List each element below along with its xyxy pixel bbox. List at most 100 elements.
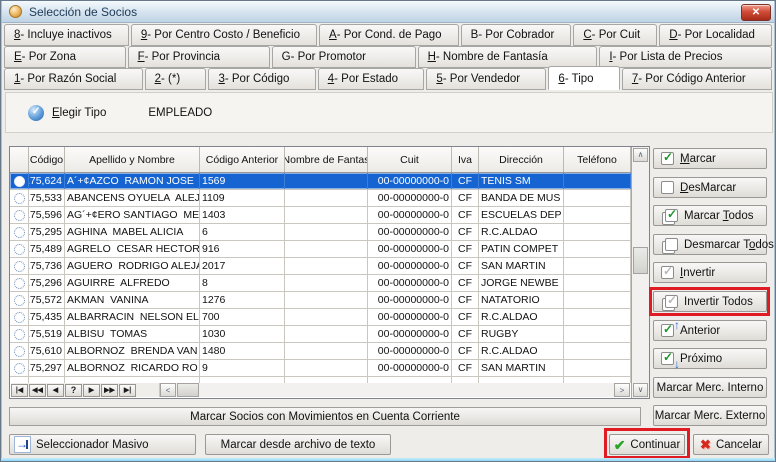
cell-cuit[interactable]: 00-00000000-0	[368, 224, 452, 240]
cell-anterior[interactable]: 1276	[200, 292, 285, 308]
tab-e-por-zona[interactable]: E - Por Zona	[4, 46, 126, 68]
cell-direccion[interactable]: RUGBY	[479, 326, 564, 342]
cell-fantasia[interactable]	[285, 309, 368, 325]
cell-codigo[interactable]: 175,624	[29, 173, 65, 189]
table-row[interactable]: 175,296AGUIRRE ALFREDO800-00000000-0CFJO…	[10, 275, 631, 292]
table-row[interactable]: 175,519ALBISU TOMAS103000-00000000-0CFRU…	[10, 326, 631, 343]
vertical-scrollbar[interactable]: ∧ ∨	[631, 147, 649, 398]
horizontal-scrollbar[interactable]: < >	[159, 383, 630, 397]
cell-direccion[interactable]: TENIS SM	[479, 173, 564, 189]
cell-iva[interactable]: CF	[452, 241, 479, 257]
cell-cuit[interactable]: 00-00000000-0	[368, 173, 452, 189]
row-radio[interactable]	[10, 224, 29, 240]
table-row[interactable]: 175,736AGUERO RODRIGO ALEJA201700-000000…	[10, 258, 631, 275]
cell-nombre[interactable]: AGUERO RODRIGO ALEJA	[65, 258, 200, 274]
tab-6-tipo[interactable]: 6 - Tipo	[548, 66, 619, 90]
cell-fantasia[interactable]	[285, 326, 368, 342]
cell-anterior[interactable]: 916	[200, 241, 285, 257]
cell-codigo[interactable]: 175,610	[29, 343, 65, 359]
cell-telefono[interactable]	[564, 360, 631, 376]
cell-fantasia[interactable]	[285, 258, 368, 274]
tab-g-por-promotor[interactable]: G - Por Promotor	[272, 46, 416, 68]
cell-fantasia[interactable]	[285, 173, 368, 189]
cell-direccion[interactable]: BANDA DE MUS	[479, 190, 564, 206]
tab-a-por-cond-de-pago[interactable]: A - Por Cond. de Pago	[319, 24, 459, 46]
cell-direccion[interactable]: R.C.ALDAO	[479, 343, 564, 359]
nav-first-button[interactable]: |◀	[11, 384, 28, 397]
cell-cuit[interactable]: 00-00000000-0	[368, 292, 452, 308]
scroll-left-icon[interactable]: <	[160, 383, 176, 397]
table-row[interactable]: 175,295AGHINA MABEL ALICIA600-00000000-0…	[10, 224, 631, 241]
cell-telefono[interactable]	[564, 326, 631, 342]
cell-cuit[interactable]: 00-00000000-0	[368, 258, 452, 274]
cell-codigo[interactable]: 175,489	[29, 241, 65, 257]
cell-cuit[interactable]: 00-00000000-0	[368, 275, 452, 291]
nav-next-page-button[interactable]: ▶▶	[101, 384, 118, 397]
row-radio[interactable]	[10, 241, 29, 257]
cell-nombre[interactable]: AGHINA MABEL ALICIA	[65, 224, 200, 240]
cell-nombre[interactable]: ALBARRACIN NELSON EL	[65, 309, 200, 325]
cell-cuit[interactable]: 00-00000000-0	[368, 326, 452, 342]
cancelar-button[interactable]: Cancelar	[693, 434, 769, 455]
cell-iva[interactable]: CF	[452, 292, 479, 308]
row-radio[interactable]	[10, 360, 29, 376]
cell-codigo[interactable]: 175,295	[29, 224, 65, 240]
nav-prior-button[interactable]: ◀	[47, 384, 64, 397]
cell-telefono[interactable]	[564, 190, 631, 206]
tab-i-por-lista-de-precios[interactable]: I - Por Lista de Precios	[599, 46, 772, 68]
cell-codigo[interactable]: 175,572	[29, 292, 65, 308]
table-row[interactable]: 175,533ABANCENS OYUELA ALEJ110900-000000…	[10, 190, 631, 207]
seleccionador-masivo-button[interactable]: Seleccionador Masivo	[9, 434, 196, 455]
cell-codigo[interactable]: 175,296	[29, 275, 65, 291]
cell-nombre[interactable]: ALBISU TOMAS	[65, 326, 200, 342]
tab-2[interactable]: 2 - (*)	[145, 68, 207, 90]
cell-codigo[interactable]: 175,519	[29, 326, 65, 342]
cell-anterior[interactable]: 1403	[200, 207, 285, 223]
vertical-scroll-thumb[interactable]	[633, 247, 648, 274]
tab-9-por-centro-costo-beneficio[interactable]: 9 - Por Centro Costo / Beneficio	[131, 24, 317, 46]
row-radio[interactable]	[10, 309, 29, 325]
cell-nombre[interactable]: AKMAN VANINA	[65, 292, 200, 308]
cell-anterior[interactable]: 9	[200, 360, 285, 376]
marcar-button[interactable]: Marcar	[653, 148, 767, 169]
cell-nombre[interactable]: ABANCENS OYUELA ALEJ	[65, 190, 200, 206]
cell-cuit[interactable]: 00-00000000-0	[368, 343, 452, 359]
cell-nombre[interactable]: ALBORNOZ RICARDO RO	[65, 360, 200, 376]
cell-codigo[interactable]: 175,736	[29, 258, 65, 274]
cell-iva[interactable]: CF	[452, 173, 479, 189]
tab-4-por-estado[interactable]: 4 - Por Estado	[318, 68, 425, 90]
cell-anterior[interactable]: 1109	[200, 190, 285, 206]
nav-prior-page-button[interactable]: ◀◀	[29, 384, 46, 397]
marcar-merc-externo-button[interactable]: Marcar Merc. Externo	[653, 405, 767, 426]
desmarcar-todos-button[interactable]: Desmarcar Todos	[653, 234, 767, 255]
row-radio[interactable]	[10, 173, 29, 189]
cell-anterior[interactable]: 700	[200, 309, 285, 325]
table-row[interactable]: 175,596AG´+¢ERO SANTIAGO ME140300-000000…	[10, 207, 631, 224]
cell-direccion[interactable]: R.C.ALDAO	[479, 224, 564, 240]
cell-fantasia[interactable]	[285, 343, 368, 359]
cell-codigo[interactable]: 175,533	[29, 190, 65, 206]
tab-3-por-código[interactable]: 3 - Por Código	[208, 68, 315, 90]
cell-cuit[interactable]: 00-00000000-0	[368, 241, 452, 257]
cell-anterior[interactable]: 1030	[200, 326, 285, 342]
cell-iva[interactable]: CF	[452, 309, 479, 325]
cell-nombre[interactable]: AGRELO CESAR HECTOR	[65, 241, 200, 257]
cell-nombre[interactable]: AG´+¢ERO SANTIAGO ME	[65, 207, 200, 223]
marcar-merc-interno-button[interactable]: Marcar Merc. Interno	[653, 377, 767, 398]
invertir-button[interactable]: Invertir	[653, 262, 767, 283]
cell-telefono[interactable]	[564, 224, 631, 240]
cell-fantasia[interactable]	[285, 190, 368, 206]
proximo-button[interactable]: Próximo	[653, 348, 767, 369]
table-row[interactable]: 175,297ALBORNOZ RICARDO RO900-00000000-0…	[10, 360, 631, 377]
tab-f-por-provincia[interactable]: F - Por Provincia	[128, 46, 270, 68]
cell-codigo[interactable]: 175,596	[29, 207, 65, 223]
cell-fantasia[interactable]	[285, 241, 368, 257]
cell-telefono[interactable]	[564, 309, 631, 325]
cell-anterior[interactable]: 8	[200, 275, 285, 291]
row-radio[interactable]	[10, 343, 29, 359]
cell-telefono[interactable]	[564, 258, 631, 274]
cell-telefono[interactable]	[564, 275, 631, 291]
nav-next-button[interactable]: ▶	[83, 384, 100, 397]
tab-8-incluye-inactivos[interactable]: 8 - Incluye inactivos	[4, 24, 129, 46]
cell-telefono[interactable]	[564, 292, 631, 308]
